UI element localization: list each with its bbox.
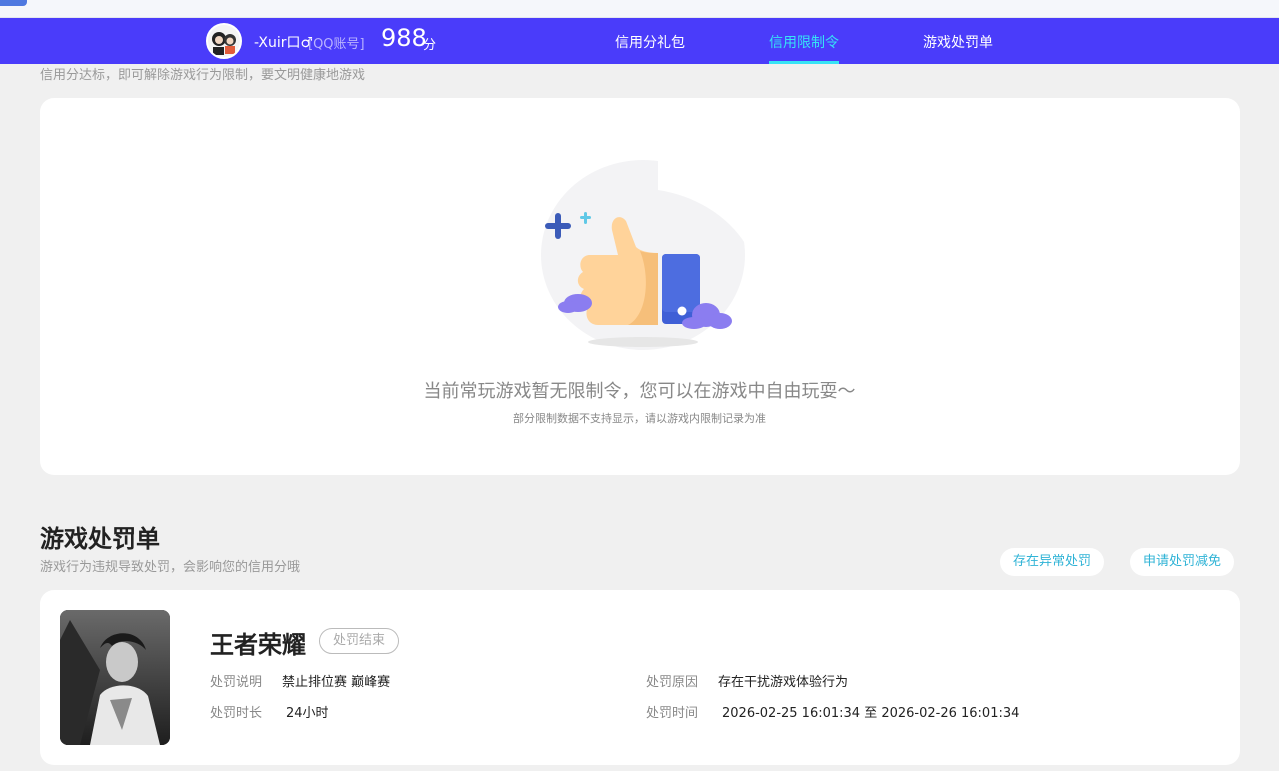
penalty-duration-label: 处罚时长: [210, 706, 263, 721]
game-name: 王者荣耀: [210, 631, 306, 659]
penalty-desc-value: 禁止排位赛 巅峰赛: [282, 675, 391, 690]
tab-credit-restriction[interactable]: 信用限制令: [769, 32, 839, 52]
empty-state-title: 当前常玩游戏暂无限制令，您可以在游戏中自由玩耍～: [423, 381, 856, 402]
penalty-section-title: 游戏处罚单: [40, 525, 160, 553]
browser-strip: [0, 0, 1279, 18]
penalty-time-value: 2026-02-25 16:01:34 至 2026-02-26 16:01:3…: [722, 706, 1020, 721]
penalty-status-badge: 处罚结束: [319, 628, 400, 654]
credit-score: 988: [381, 24, 427, 52]
penalty-duration-value: 24小时: [286, 706, 329, 721]
game-cover-image: [60, 610, 170, 745]
empty-state-note: 部分限制数据不支持显示，请以游戏内限制记录为准: [513, 412, 766, 425]
avatar-image: [208, 25, 240, 57]
top-navigation-bar: -Xuir口♂ [QQ账号] 988 分 信用分礼包 信用限制令 游戏处罚单: [0, 18, 1279, 64]
restriction-intro: 信用分达标，即可解除游戏行为限制，要文明健康地游戏: [40, 68, 366, 83]
account-type: [QQ账号]: [308, 37, 365, 52]
appeal-reduction-button[interactable]: 申请处罚减免: [1130, 548, 1235, 576]
penalty-reason-label: 处罚原因: [646, 675, 699, 690]
active-tab-underline: [769, 61, 839, 64]
credit-score-unit: 分: [423, 38, 437, 53]
penalty-section-subtitle: 游戏行为违规导致处罚，会影响您的信用分哦: [40, 560, 301, 575]
report-anomaly-button[interactable]: 存在异常处罚: [1000, 548, 1105, 576]
penalty-time-label: 处罚时间: [646, 706, 699, 721]
browser-tab-corner[interactable]: [0, 0, 27, 6]
penalty-desc-label: 处罚说明: [210, 675, 263, 690]
tab-game-penalty[interactable]: 游戏处罚单: [923, 32, 993, 52]
thumbs-up-illustration: [528, 155, 758, 365]
penalty-reason-value: 存在干扰游戏体验行为: [718, 675, 849, 690]
username: -Xuir口♂: [254, 35, 314, 51]
user-avatar[interactable]: [206, 23, 242, 59]
tab-credit-gift[interactable]: 信用分礼包: [615, 32, 685, 52]
